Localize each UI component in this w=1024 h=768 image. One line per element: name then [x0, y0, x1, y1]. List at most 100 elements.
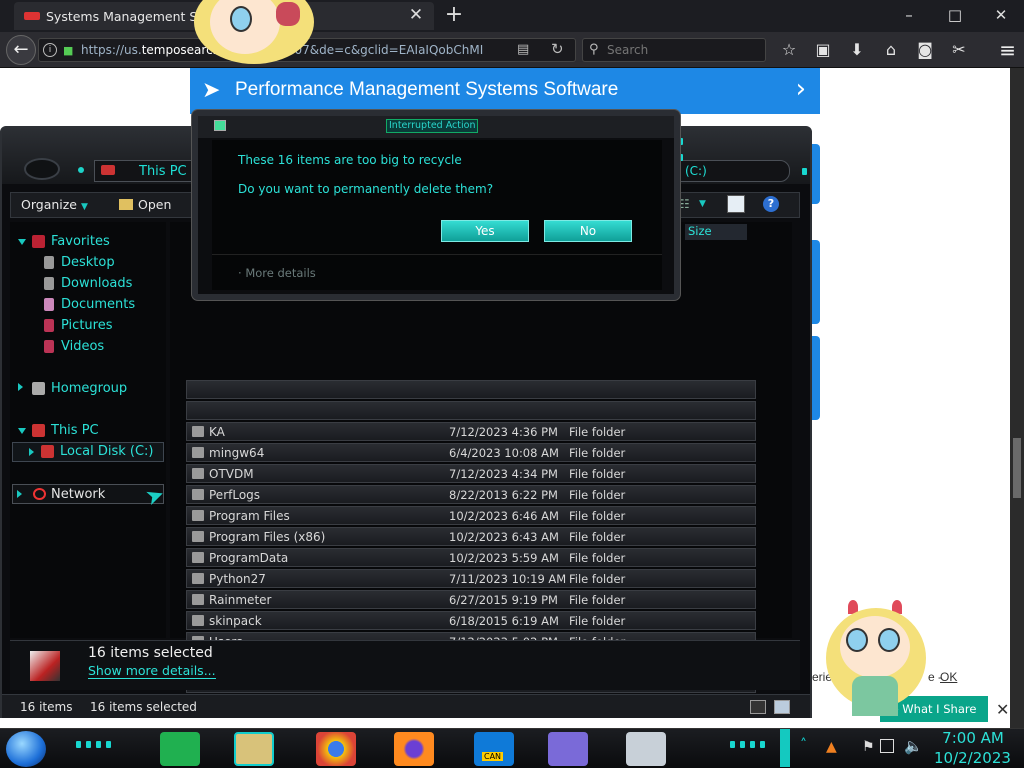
dialog-message: These 16 items are too big to recycle [238, 153, 462, 167]
home-icon[interactable]: ⌂ [874, 36, 908, 64]
file-row[interactable] [186, 401, 756, 420]
nav-this-pc[interactable]: This PC [18, 423, 158, 441]
tray-network-icon[interactable] [880, 739, 894, 753]
folder-icon [192, 426, 204, 437]
nav-documents[interactable]: Documents [18, 297, 158, 315]
status-bar: 16 items 16 items selected [2, 694, 810, 718]
chrome-icon[interactable] [316, 732, 356, 766]
reader-view-icon[interactable]: ▤ [517, 42, 529, 57]
scroll-thumb[interactable] [1013, 438, 1021, 498]
tray-chevron-up-icon[interactable]: ˄ [800, 737, 807, 753]
new-tab-button[interactable]: + [442, 2, 466, 27]
info-icon[interactable]: i [43, 43, 57, 57]
column-header-size[interactable]: Size [685, 224, 747, 240]
file-date: 10/2/2023 5:59 AM [449, 551, 559, 565]
edge-icon[interactable]: CAN [474, 732, 514, 766]
dialog-question: Do you want to permanently delete them? [238, 182, 494, 196]
maximize-button[interactable]: □ [932, 0, 978, 32]
file-date: 6/4/2023 10:08 AM [449, 446, 559, 460]
bookmark-star-icon[interactable]: ☆ [772, 36, 806, 64]
hamburger-menu-icon[interactable]: ≡ [999, 38, 1016, 62]
file-row[interactable]: Rainmeter 6/27/2015 9:19 PM File folder [186, 590, 756, 609]
computer-icon [32, 424, 45, 437]
yes-button[interactable]: Yes [441, 220, 529, 242]
file-type: File folder [569, 446, 626, 460]
nav-downloads[interactable]: Downloads [18, 276, 158, 294]
download-icon[interactable]: ⬇ [840, 36, 874, 64]
nav-pictures[interactable]: Pictures [18, 318, 158, 336]
search-input[interactable] [607, 40, 757, 60]
close-icon[interactable]: ✕ [996, 700, 1009, 719]
tray-volume-icon[interactable]: 🔈 [904, 737, 923, 755]
preview-pane-icon[interactable] [727, 195, 745, 213]
reload-icon[interactable]: ↻ [551, 40, 564, 58]
file-row[interactable]: ProgramData 10/2/2023 5:59 AM File folder [186, 548, 756, 567]
show-desktop-strip[interactable] [780, 729, 790, 767]
file-explorer-icon[interactable] [234, 732, 274, 766]
reading-list-icon[interactable]: ▣ [806, 36, 840, 64]
file-row[interactable]: Program Files 10/2/2023 6:46 AM File folde… [186, 506, 756, 525]
expand-arrow-icon[interactable] [18, 239, 26, 245]
firefox-icon[interactable] [394, 732, 434, 766]
search-bar[interactable]: ⚲ [582, 38, 766, 62]
pocket-icon[interactable]: ◙ [908, 36, 942, 64]
tab-close-icon[interactable]: ✕ [406, 5, 426, 25]
nav-videos[interactable]: Videos [18, 339, 158, 357]
ad-banner[interactable]: ➤ Performance Management Systems Softwar… [190, 68, 820, 114]
star-icon [32, 235, 45, 248]
file-type: File folder [569, 593, 626, 607]
address-text[interactable]: This PC [139, 164, 187, 179]
monitor-app-icon[interactable] [626, 732, 666, 766]
views-icon[interactable]: ☷ [679, 197, 690, 211]
file-row[interactable]: skinpack 6/18/2015 6:19 AM File folder [186, 611, 756, 630]
ad-title[interactable]: Performance Management Systems Software [235, 79, 618, 101]
nav-local-disk[interactable]: Local Disk (C:) [12, 442, 164, 462]
minimize-button[interactable]: – [886, 0, 932, 32]
open-button[interactable]: Open [119, 197, 171, 212]
address-dot-icon [78, 167, 84, 173]
file-name: Program Files (x86) [209, 530, 326, 544]
chevron-right-icon[interactable]: › [796, 74, 806, 104]
control-panel-icon[interactable] [548, 732, 588, 766]
nav-homegroup[interactable]: Homegroup [18, 381, 158, 399]
back-button[interactable]: ← [6, 35, 36, 65]
ok-link[interactable]: OK [940, 670, 957, 684]
file-row[interactable]: Program Files (x86) 10/2/2023 6:43 AM File… [186, 527, 756, 546]
address-bar-end[interactable]: (C:) [678, 160, 790, 182]
chat-app-icon[interactable] [160, 732, 200, 766]
no-button[interactable]: No [544, 220, 632, 242]
led-decor [802, 168, 807, 175]
organize-button[interactable]: Organize ▼ [21, 197, 88, 212]
file-type: File folder [569, 551, 626, 565]
expand-arrow-icon[interactable] [18, 383, 23, 391]
close-window-button[interactable]: ✕ [978, 0, 1024, 32]
details-pane: 16 items selected Show more details... [10, 640, 800, 690]
details-view-icon[interactable] [750, 700, 766, 714]
clock-date[interactable]: 10/2/2023 [934, 749, 1011, 767]
tiles-view-icon[interactable] [774, 700, 790, 714]
address-bar[interactable]: This PC [94, 160, 200, 182]
nav-favorites[interactable]: Favorites [18, 234, 158, 252]
led-decor [730, 741, 735, 748]
screenshot-icon[interactable]: ✂ [942, 36, 976, 64]
file-row[interactable]: Python27 7/11/2023 10:19 AM File folder [186, 569, 756, 588]
file-row[interactable]: mingw64 6/4/2023 10:08 AM File folder [186, 443, 756, 462]
file-date: 10/2/2023 6:43 AM [449, 530, 559, 544]
page-scrollbar[interactable] [1010, 68, 1024, 728]
expand-arrow-icon[interactable] [29, 448, 34, 456]
file-row[interactable] [186, 380, 756, 399]
clock-time[interactable]: 7:00 AM [938, 729, 1008, 747]
chevron-down-icon[interactable]: ▼ [699, 199, 706, 209]
expand-arrow-icon[interactable] [17, 490, 22, 498]
more-details-toggle[interactable]: · More details [238, 266, 316, 280]
tray-warning-icon[interactable]: ▲ [826, 739, 837, 755]
file-row[interactable]: KA 7/12/2023 4:36 PM File folder [186, 422, 756, 441]
nav-desktop[interactable]: Desktop [18, 255, 158, 273]
start-button[interactable] [6, 731, 46, 767]
expand-arrow-icon[interactable] [18, 428, 26, 434]
file-row[interactable]: PerfLogs 8/22/2013 6:22 PM File folder [186, 485, 756, 504]
show-more-details-link[interactable]: Show more details... [88, 663, 216, 679]
action-center-flag-icon[interactable]: ⚑ [862, 739, 875, 755]
help-icon[interactable]: ? [763, 196, 779, 212]
file-row[interactable]: OTVDM 7/12/2023 4:34 PM File folder [186, 464, 756, 483]
